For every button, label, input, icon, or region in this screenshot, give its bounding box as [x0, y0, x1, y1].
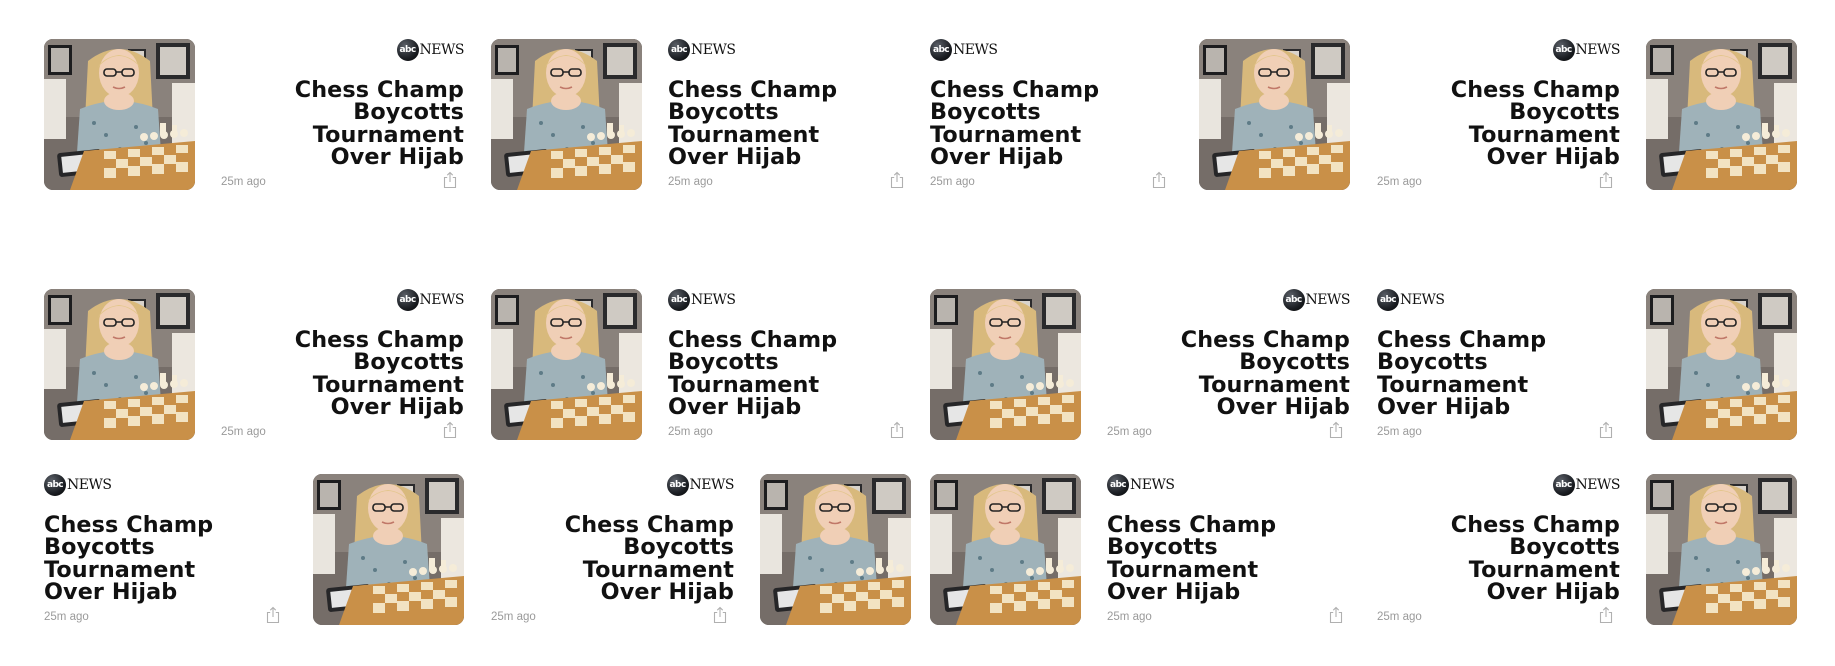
publisher-name: NEWS: [1575, 477, 1621, 493]
share-icon[interactable]: [442, 421, 458, 439]
abc-logo-icon: abc: [668, 289, 690, 311]
news-card[interactable]: abc NEWS Chess Champ Boycotts Tournament…: [930, 474, 1350, 625]
article-timestamp: 25m ago: [930, 176, 975, 188]
abc-logo-icon: abc: [396, 39, 419, 61]
publisher-logo: abc NEWS: [930, 39, 998, 61]
publisher-name: NEWS: [691, 292, 736, 308]
abc-logo-icon: abc: [1552, 39, 1575, 61]
article-timestamp: 25m ago: [1107, 426, 1152, 438]
share-icon[interactable]: [889, 421, 905, 439]
publisher-logo: abc NEWS: [668, 39, 736, 61]
abc-logo-icon: abc: [1552, 474, 1575, 496]
article-timestamp: 25m ago: [44, 611, 89, 623]
publisher-logo: abc NEWS: [1552, 39, 1621, 61]
article-thumbnail[interactable]: [491, 39, 642, 190]
article-timestamp: 25m ago: [668, 176, 713, 188]
share-icon[interactable]: [1328, 606, 1344, 624]
publisher-name: NEWS: [67, 477, 112, 493]
abc-logo-icon: abc: [44, 474, 66, 496]
article-headline[interactable]: Chess Champ Boycotts Tournament Over Hij…: [930, 79, 1173, 168]
article-thumbnail[interactable]: [930, 289, 1081, 440]
publisher-name: NEWS: [689, 477, 735, 493]
publisher-name: NEWS: [1130, 477, 1175, 493]
share-icon[interactable]: [1598, 171, 1614, 189]
article-headline[interactable]: Chess Champ Boycotts Tournament Over Hij…: [1107, 514, 1350, 603]
article-headline[interactable]: Chess Champ Boycotts Tournament Over Hij…: [44, 514, 287, 603]
share-icon[interactable]: [1598, 606, 1614, 624]
abc-logo-icon: abc: [1377, 289, 1399, 311]
publisher-name: NEWS: [1305, 292, 1351, 308]
publisher-logo: abc NEWS: [396, 39, 465, 61]
article-headline[interactable]: Chess Champ Boycotts Tournament Over Hij…: [1377, 329, 1620, 418]
news-card[interactable]: abc NEWS Chess Champ Boycotts Tournament…: [930, 289, 1351, 440]
news-card[interactable]: abc NEWS Chess Champ Boycotts Tournament…: [1377, 474, 1797, 625]
publisher-logo: abc NEWS: [666, 474, 735, 496]
publisher-name: NEWS: [1575, 42, 1621, 58]
publisher-name: NEWS: [691, 42, 736, 58]
article-thumbnail[interactable]: [1646, 39, 1797, 190]
news-card[interactable]: abc NEWS Chess Champ Boycotts Tournament…: [491, 39, 911, 190]
publisher-name: NEWS: [419, 42, 465, 58]
article-headline[interactable]: Chess Champ Boycotts Tournament Over Hij…: [1377, 79, 1620, 168]
share-icon[interactable]: [1598, 421, 1614, 439]
news-card[interactable]: abc NEWS Chess Champ Boycotts Tournament…: [1377, 289, 1797, 440]
news-card[interactable]: abc NEWS Chess Champ Boycotts Tournament…: [930, 39, 1350, 190]
share-icon[interactable]: [712, 606, 728, 624]
article-thumbnail[interactable]: [44, 39, 195, 190]
news-card[interactable]: abc NEWS Chess Champ Boycotts Tournament…: [491, 289, 911, 440]
publisher-name: NEWS: [953, 42, 998, 58]
share-icon[interactable]: [1328, 421, 1344, 439]
article-timestamp: 25m ago: [1377, 426, 1422, 438]
share-icon[interactable]: [1151, 171, 1167, 189]
share-icon[interactable]: [265, 606, 281, 624]
article-thumbnail[interactable]: [313, 474, 464, 625]
news-card[interactable]: abc NEWS Chess Champ Boycotts Tournament…: [1377, 39, 1797, 190]
article-headline[interactable]: Chess Champ Boycotts Tournament Over Hij…: [491, 514, 734, 603]
article-timestamp: 25m ago: [221, 176, 266, 188]
article-headline[interactable]: Chess Champ Boycotts Tournament Over Hij…: [668, 329, 911, 418]
publisher-name: NEWS: [419, 292, 465, 308]
publisher-logo: abc NEWS: [396, 289, 465, 311]
publisher-logo: abc NEWS: [1552, 474, 1621, 496]
article-timestamp: 25m ago: [1377, 176, 1422, 188]
article-timestamp: 25m ago: [491, 611, 536, 623]
article-thumbnail[interactable]: [44, 289, 195, 440]
article-thumbnail[interactable]: [1646, 289, 1797, 440]
abc-logo-icon: abc: [930, 39, 952, 61]
article-timestamp: 25m ago: [221, 426, 266, 438]
publisher-logo: abc NEWS: [668, 289, 736, 311]
article-headline[interactable]: Chess Champ Boycotts Tournament Over Hij…: [668, 79, 911, 168]
abc-logo-icon: abc: [1282, 289, 1305, 311]
article-timestamp: 25m ago: [668, 426, 713, 438]
abc-logo-icon: abc: [1107, 474, 1129, 496]
share-icon[interactable]: [889, 171, 905, 189]
article-thumbnail[interactable]: [1646, 474, 1797, 625]
news-card[interactable]: abc NEWS Chess Champ Boycotts Tournament…: [44, 289, 465, 440]
news-card[interactable]: abc NEWS Chess Champ Boycotts Tournament…: [491, 474, 911, 625]
article-timestamp: 25m ago: [1107, 611, 1152, 623]
article-thumbnail[interactable]: [930, 474, 1081, 625]
abc-logo-icon: abc: [666, 474, 689, 496]
news-card[interactable]: abc NEWS Chess Champ Boycotts Tournament…: [44, 39, 465, 190]
publisher-logo: abc NEWS: [1282, 289, 1351, 311]
article-headline[interactable]: Chess Champ Boycotts Tournament Over Hij…: [221, 329, 464, 418]
article-headline[interactable]: Chess Champ Boycotts Tournament Over Hij…: [1377, 514, 1620, 603]
publisher-logo: abc NEWS: [44, 474, 112, 496]
article-headline[interactable]: Chess Champ Boycotts Tournament Over Hij…: [1107, 329, 1350, 418]
share-icon[interactable]: [442, 171, 458, 189]
article-headline[interactable]: Chess Champ Boycotts Tournament Over Hij…: [221, 79, 464, 168]
abc-logo-icon: abc: [668, 39, 690, 61]
news-card[interactable]: abc NEWS Chess Champ Boycotts Tournament…: [44, 474, 464, 625]
article-timestamp: 25m ago: [1377, 611, 1422, 623]
publisher-name: NEWS: [1400, 292, 1445, 308]
publisher-logo: abc NEWS: [1377, 289, 1445, 311]
article-thumbnail[interactable]: [1199, 39, 1350, 190]
article-thumbnail[interactable]: [491, 289, 642, 440]
abc-logo-icon: abc: [396, 289, 419, 311]
publisher-logo: abc NEWS: [1107, 474, 1175, 496]
article-thumbnail[interactable]: [760, 474, 911, 625]
